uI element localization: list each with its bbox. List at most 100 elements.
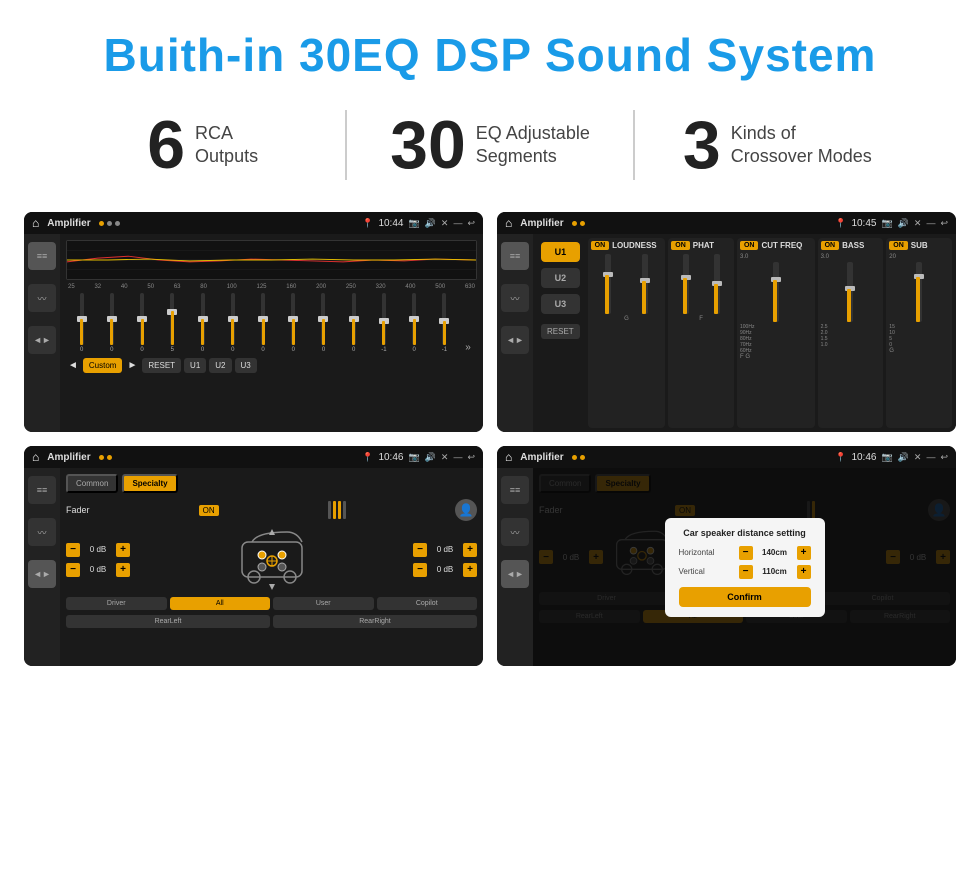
btn-copilot[interactable]: Copilot	[377, 597, 478, 610]
loudness-slider-2[interactable]	[627, 254, 662, 314]
phat-on[interactable]: ON	[671, 241, 690, 250]
eq-main-area: 253240506380100125160200250320400500630 …	[60, 234, 483, 432]
person-icon[interactable]: 👤	[455, 499, 477, 521]
stat-crossover-text: Kinds of Crossover Modes	[731, 122, 872, 169]
eq-slider-13[interactable]: -1	[431, 293, 458, 353]
vol4-minus[interactable]: −	[413, 563, 427, 577]
eq-custom-btn[interactable]: Custom	[83, 358, 123, 373]
sidebar-vol-btn-3[interactable]: ◄►	[28, 560, 56, 588]
status-right-eq: 📍 10:44 📷 🔊 ✕ — ↩	[362, 218, 475, 229]
btn-rearleft[interactable]: RearLeft	[66, 615, 270, 628]
eq-play-btn[interactable]: ►	[125, 360, 139, 371]
sidebar-wave-btn-4[interactable]: 〰	[501, 518, 529, 546]
status-right-speaker: 📍 10:46 📷 🔊 ✕ — ↩	[362, 452, 475, 463]
minus-icon: —	[453, 218, 462, 228]
eq-u2-btn[interactable]: U2	[209, 358, 231, 373]
car-diagram-area	[134, 527, 409, 592]
sidebar-vol-btn[interactable]: ◄►	[28, 326, 56, 354]
sub-scale: 151050	[889, 324, 949, 348]
phat-name: PHAT	[693, 241, 714, 250]
horizontal-minus-btn[interactable]: −	[739, 546, 753, 560]
sidebar-vol-btn-4[interactable]: ◄►	[501, 560, 529, 588]
eq-slider-7[interactable]: 0	[249, 293, 276, 353]
close-icon-2: ✕	[914, 218, 922, 229]
stat-crossover-number: 3	[683, 111, 721, 179]
phat-group: ON PHAT	[668, 238, 734, 428]
bass-on[interactable]: ON	[821, 241, 840, 250]
eq-slider-2[interactable]: 0	[98, 293, 125, 353]
sidebar-eq-btn-2[interactable]: ≡≡	[501, 242, 529, 270]
dot-4-1	[572, 455, 577, 460]
horizontal-row: Horizontal − 140cm +	[679, 546, 811, 560]
btn-rearright[interactable]: RearRight	[273, 615, 477, 628]
status-right-dialog: 📍 10:46 📷 🔊 ✕ — ↩	[835, 452, 948, 463]
bass-sliders	[821, 262, 881, 322]
back-icon-4: ↩	[940, 452, 948, 463]
sidebar-eq-btn[interactable]: ≡≡	[28, 242, 56, 270]
btn-driver[interactable]: Driver	[66, 597, 167, 610]
speaker-screen-content: ≡≡ 〰 ◄► Common Specialty Fader ON	[24, 468, 483, 666]
sidebar-wave-btn-2[interactable]: 〰	[501, 284, 529, 312]
confirm-button[interactable]: Confirm	[679, 587, 811, 607]
eq-slider-8[interactable]: 0	[280, 293, 307, 353]
phat-slider-1[interactable]	[671, 254, 700, 314]
vol1-plus[interactable]: +	[116, 543, 130, 557]
vol2-minus[interactable]: −	[66, 563, 80, 577]
tab-specialty[interactable]: Specialty	[122, 474, 177, 493]
vol2-plus[interactable]: +	[116, 563, 130, 577]
sidebar-eq-btn-4[interactable]: ≡≡	[501, 476, 529, 504]
minus-icon-4: —	[926, 452, 935, 462]
camera-icon-3: 📷	[408, 452, 419, 463]
eq-slider-1[interactable]: 0	[68, 293, 95, 353]
preset-u1-btn[interactable]: U1	[541, 242, 580, 262]
eq-slider-4[interactable]: 5	[159, 293, 186, 353]
preset-u2-btn[interactable]: U2	[541, 268, 580, 288]
sidebar-eq-btn-3[interactable]: ≡≡	[28, 476, 56, 504]
eq-arrows[interactable]: »	[461, 342, 475, 353]
eq-slider-3[interactable]: 0	[128, 293, 155, 353]
vertical-plus-btn[interactable]: +	[797, 565, 811, 579]
eq-slider-10[interactable]: 0	[340, 293, 367, 353]
preset-u3-btn[interactable]: U3	[541, 294, 580, 314]
vol3-plus[interactable]: +	[463, 543, 477, 557]
btn-all[interactable]: All	[170, 597, 271, 610]
eq-reset-btn[interactable]: RESET	[142, 358, 181, 373]
sub-slider-1[interactable]	[889, 262, 949, 322]
crossover-reset-btn[interactable]: RESET	[541, 324, 580, 339]
eq-slider-12[interactable]: 0	[401, 293, 428, 353]
back-icon-2: ↩	[940, 218, 948, 229]
eq-slider-6[interactable]: 0	[219, 293, 246, 353]
dialog-main-area: Common Specialty Fader ON 👤	[533, 468, 956, 666]
eq-slider-9[interactable]: 0	[310, 293, 337, 353]
vol4-plus[interactable]: +	[463, 563, 477, 577]
vol1-val: 0 dB	[84, 545, 112, 554]
loudness-slider-1[interactable]	[591, 254, 626, 314]
left-vol-controls: − 0 dB + − 0 dB +	[66, 543, 130, 577]
distance-dialog: Car speaker distance setting Horizontal …	[533, 468, 956, 666]
eq-u3-btn[interactable]: U3	[235, 358, 257, 373]
cutfreq-slider-1[interactable]	[740, 262, 812, 322]
tab-common[interactable]: Common	[66, 474, 118, 493]
eq-u1-btn[interactable]: U1	[184, 358, 206, 373]
vertical-minus-btn[interactable]: −	[739, 565, 753, 579]
horizontal-plus-btn[interactable]: +	[797, 546, 811, 560]
phat-slider-2[interactable]	[702, 254, 731, 314]
status-left-eq: ⌂ Amplifier	[32, 216, 120, 230]
vol1-minus[interactable]: −	[66, 543, 80, 557]
location-icon: 📍	[362, 218, 373, 229]
eq-slider-11[interactable]: -1	[370, 293, 397, 353]
cutfreq-on[interactable]: ON	[740, 241, 759, 250]
vol3-minus[interactable]: −	[413, 543, 427, 557]
eq-slider-5[interactable]: 0	[189, 293, 216, 353]
sidebar-wave-btn[interactable]: 〰	[28, 284, 56, 312]
btn-user[interactable]: User	[273, 597, 374, 610]
bass-slider-1[interactable]	[821, 262, 881, 322]
sidebar-wave-btn-3[interactable]: 〰	[28, 518, 56, 546]
eq-prev-btn[interactable]: ◄	[66, 360, 80, 371]
status-bar-crossover: ⌂ Amplifier 📍 10:45 📷 🔊 ✕ — ↩	[497, 212, 956, 234]
sub-on[interactable]: ON	[889, 241, 908, 250]
amp-label-speaker: Amplifier	[47, 452, 90, 463]
fader-on[interactable]: ON	[199, 505, 219, 516]
sidebar-vol-btn-2[interactable]: ◄►	[501, 326, 529, 354]
loudness-on[interactable]: ON	[591, 241, 610, 250]
